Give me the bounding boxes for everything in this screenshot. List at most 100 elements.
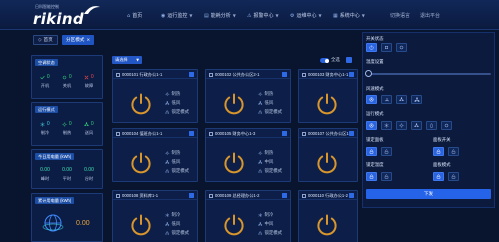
mode-other-button[interactable] [441,121,452,130]
device-name: 0000109 总经理办公1-2 [215,193,260,198]
lock-icon [165,231,170,236]
submit-button[interactable]: 下发 [366,189,491,199]
device-card[interactable]: 0000103 财务中心1-1 [298,69,358,123]
mode-fan-button[interactable] [411,121,422,130]
chevron-down-icon: ▼ [232,13,236,18]
today-energy-card: 今日用电量 (kWh) 0.00 峰时 0.00 平时 0.00 谷时 [31,149,103,189]
panel-mode-unlock-button[interactable] [448,172,459,181]
stat-number: 0 [90,74,94,80]
fan-icon [258,160,263,165]
panel-switch-unlock-button[interactable] [448,147,459,156]
device-card[interactable]: 0000104 值班办公1-1 制热 低风 锁定模式 [112,128,198,182]
logout-link[interactable]: 退出平台 [420,11,440,20]
nav-ops-center[interactable]: ⚙ 运维中心 ▼ [290,11,322,20]
power-icon[interactable] [129,151,153,175]
snow-icon [258,213,263,218]
fan-low-button[interactable] [381,95,392,104]
nav-energy-analysis[interactable]: ▤ 能耗分析 ▼ [204,11,236,20]
device-select-square[interactable] [349,72,354,77]
lock-temperature-on-button[interactable] [366,172,377,181]
logo[interactable]: 日科智能控制 rikind [33,3,113,28]
control-panel: 开关状态 温度设置 风速模式 运行模式 锁定面板 面板开关 锁定温度 面板模式 … [362,32,495,208]
stat-fault: 0 故障 [79,74,100,89]
fan-medium-button[interactable] [396,95,407,104]
device-select-square[interactable] [349,193,354,198]
mode-auto-button[interactable] [366,121,377,130]
power-icon[interactable] [129,213,153,237]
power-off-button[interactable] [381,43,392,52]
device-checkbox[interactable] [209,72,213,77]
power-icon[interactable] [315,151,339,175]
device-checkbox[interactable] [116,131,120,136]
check-icon [40,75,45,80]
device-select-square[interactable] [189,193,194,198]
device-checkbox[interactable] [302,131,306,136]
device-card[interactable]: 0000107 公共办公区1-3 [298,128,358,182]
temperature-slider-track[interactable] [366,73,491,75]
device-select-square[interactable] [282,72,287,77]
device-checkbox[interactable] [209,131,213,136]
temperature-slider-handle[interactable] [365,70,372,77]
device-select-square[interactable] [282,193,287,198]
mode-heat-button[interactable] [396,121,407,130]
device-checkbox[interactable] [302,193,306,198]
tab-home[interactable]: ◇ 首页 [33,35,58,45]
device-select-square[interactable] [282,131,287,136]
power-icon[interactable] [315,213,339,237]
nav-alarm-center[interactable]: ⚠ 报警中心 ▼ [247,11,279,20]
nav-run-monitor[interactable]: ◉ 运行监控 ▼ [161,11,192,20]
power-icon[interactable] [129,92,153,116]
lock-panel-off-button[interactable] [381,147,392,156]
mode-cool-button[interactable] [381,121,392,130]
lock-panel-on-button[interactable] [366,147,377,156]
select-all-toggle[interactable] [320,58,329,63]
zone-select[interactable]: 请选择 ▼ [112,56,142,64]
close-icon[interactable]: × [86,38,90,43]
nav-item-label: 系统中心 [339,13,360,19]
lock-temperature-off-button[interactable] [381,172,392,181]
power-standby-button[interactable] [396,43,407,52]
stat-number: 0 [68,121,72,127]
device-checkbox[interactable] [209,193,213,198]
panel-mode-lock-button[interactable] [433,172,444,181]
device-card[interactable]: 0000110 行政办公1-2 [298,190,358,242]
device-card[interactable]: 0000102 公共办公区2-1 制热 低风 锁定模式 [205,69,291,123]
device-checkbox[interactable] [116,193,120,198]
device-card[interactable]: 0000109 总经理办公1-2 制冷 中风 锁定模式 [205,190,291,242]
lock-temperature-label: 锁定温度 [366,162,384,167]
panel-switch-lock-button[interactable] [433,147,444,156]
nav-system-center[interactable]: ▦ 系统中心 ▼ [333,11,365,20]
fan-auto-button[interactable] [366,95,377,104]
select-all-checkbox[interactable] [346,57,352,63]
device-lock-line: 锁定模式 [165,109,189,115]
device-lock-line: 锁定模式 [165,230,189,236]
switch-language-link[interactable]: 切换语言 [390,11,410,20]
sun-icon [165,92,170,97]
tab-zone-mode[interactable]: 分区模式 × [62,35,95,45]
power-icon[interactable] [222,213,246,237]
device-select-square[interactable] [189,131,194,136]
stat-number: 0 [90,121,94,127]
device-checkbox[interactable] [116,72,120,77]
fan-icon [165,160,170,165]
power-on-button[interactable] [366,43,377,52]
device-card[interactable]: 0000108 资料库1-1 制冷 低风 锁定模式 [112,190,198,242]
nav-home[interactable]: ⌂ 首页 [127,11,142,20]
logo-text: rikind [33,10,84,28]
switch-language-label: 切换语言 [390,13,411,19]
stat-heat: 0 制热 [57,121,78,136]
device-card[interactable]: 0000105 财务中心1-3 制热 中风 锁定模式 [205,128,291,182]
power-icon[interactable] [315,92,339,116]
device-card[interactable]: 0000101 行政办公1-1 制热 低风 锁定模式 [112,69,198,123]
mode-dry-button[interactable] [426,121,437,130]
device-card-header: 0000105 财务中心1-3 [206,129,290,138]
fan-icon [414,97,420,103]
device-select-square[interactable] [349,131,354,136]
device-checkbox[interactable] [302,72,306,77]
fan-high-button[interactable] [411,95,422,104]
power-icon[interactable] [222,92,246,116]
device-select-square[interactable] [189,72,194,77]
power-icon[interactable] [222,151,246,175]
stat-label: 制冷 [40,130,50,135]
auto-icon [369,97,374,102]
